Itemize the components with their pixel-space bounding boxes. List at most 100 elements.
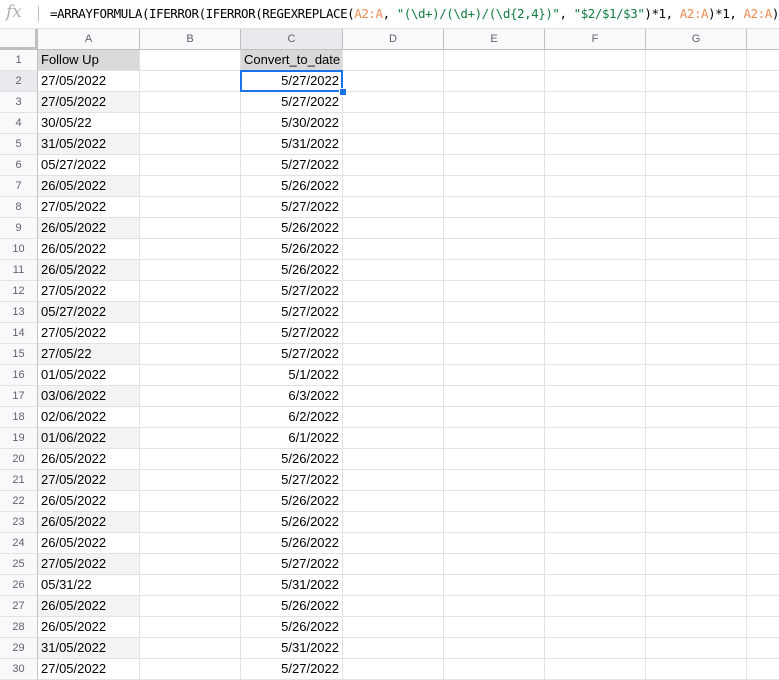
cell-b22[interactable] <box>140 491 241 512</box>
cell-g1[interactable] <box>646 50 747 71</box>
cell-b6[interactable] <box>140 155 241 176</box>
formula-input[interactable]: =ARRAYFORMULA(IFERROR(IFERROR(REGEXREPLA… <box>50 6 779 21</box>
cell-f1[interactable] <box>545 50 646 71</box>
column-header-g[interactable]: G <box>646 29 747 50</box>
cell-f23[interactable] <box>545 512 646 533</box>
cell-h4[interactable] <box>747 113 779 134</box>
cell-h16[interactable] <box>747 365 779 386</box>
cell-d4[interactable] <box>343 113 444 134</box>
cell-f30[interactable] <box>545 659 646 680</box>
cell-b1[interactable] <box>140 50 241 71</box>
cell-a24[interactable]: 26/05/2022 <box>38 533 140 554</box>
cell-g25[interactable] <box>646 554 747 575</box>
cell-g17[interactable] <box>646 386 747 407</box>
cell-a15[interactable]: 27/05/22 <box>38 344 140 365</box>
cell-c12[interactable]: 5/27/2022 <box>241 281 343 302</box>
cell-b25[interactable] <box>140 554 241 575</box>
cell-h20[interactable] <box>747 449 779 470</box>
cell-c28[interactable]: 5/26/2022 <box>241 617 343 638</box>
cell-b10[interactable] <box>140 239 241 260</box>
row-header[interactable]: 26 <box>0 575 38 596</box>
row-header[interactable]: 9 <box>0 218 38 239</box>
cell-g3[interactable] <box>646 92 747 113</box>
cell-b8[interactable] <box>140 197 241 218</box>
column-header-a[interactable]: A <box>38 29 140 50</box>
cell-f9[interactable] <box>545 218 646 239</box>
row-header[interactable]: 20 <box>0 449 38 470</box>
row-header[interactable]: 24 <box>0 533 38 554</box>
column-header-f[interactable]: F <box>545 29 646 50</box>
cell-h19[interactable] <box>747 428 779 449</box>
cell-f28[interactable] <box>545 617 646 638</box>
cell-d19[interactable] <box>343 428 444 449</box>
row-header[interactable]: 29 <box>0 638 38 659</box>
cell-c1[interactable]: Convert_to_date <box>241 50 343 71</box>
cell-e10[interactable] <box>444 239 545 260</box>
cell-b27[interactable] <box>140 596 241 617</box>
cell-f8[interactable] <box>545 197 646 218</box>
cell-f19[interactable] <box>545 428 646 449</box>
cell-b11[interactable] <box>140 260 241 281</box>
cell-d21[interactable] <box>343 470 444 491</box>
cell-e18[interactable] <box>444 407 545 428</box>
cell-e29[interactable] <box>444 638 545 659</box>
cell-e14[interactable] <box>444 323 545 344</box>
row-header[interactable]: 2 <box>0 71 38 92</box>
cell-a12[interactable]: 27/05/2022 <box>38 281 140 302</box>
cell-e22[interactable] <box>444 491 545 512</box>
cell-h10[interactable] <box>747 239 779 260</box>
cell-d6[interactable] <box>343 155 444 176</box>
cell-e17[interactable] <box>444 386 545 407</box>
cell-f17[interactable] <box>545 386 646 407</box>
cell-g21[interactable] <box>646 470 747 491</box>
cell-h15[interactable] <box>747 344 779 365</box>
row-header[interactable]: 4 <box>0 113 38 134</box>
cell-a5[interactable]: 31/05/2022 <box>38 134 140 155</box>
row-header[interactable]: 1 <box>0 50 38 71</box>
cell-b21[interactable] <box>140 470 241 491</box>
cell-d25[interactable] <box>343 554 444 575</box>
cell-h1[interactable] <box>747 50 779 71</box>
cell-e2[interactable] <box>444 71 545 92</box>
cell-d5[interactable] <box>343 134 444 155</box>
cell-f4[interactable] <box>545 113 646 134</box>
cell-c18[interactable]: 6/2/2022 <box>241 407 343 428</box>
cell-f10[interactable] <box>545 239 646 260</box>
cell-b4[interactable] <box>140 113 241 134</box>
cell-e20[interactable] <box>444 449 545 470</box>
cell-a23[interactable]: 26/05/2022 <box>38 512 140 533</box>
cell-c26[interactable]: 5/31/2022 <box>241 575 343 596</box>
cell-b15[interactable] <box>140 344 241 365</box>
cell-f12[interactable] <box>545 281 646 302</box>
row-header[interactable]: 28 <box>0 617 38 638</box>
cell-b7[interactable] <box>140 176 241 197</box>
cell-h24[interactable] <box>747 533 779 554</box>
row-header[interactable]: 14 <box>0 323 38 344</box>
cell-g30[interactable] <box>646 659 747 680</box>
cell-e11[interactable] <box>444 260 545 281</box>
cell-c29[interactable]: 5/31/2022 <box>241 638 343 659</box>
cell-e25[interactable] <box>444 554 545 575</box>
cell-c14[interactable]: 5/27/2022 <box>241 323 343 344</box>
cell-a6[interactable]: 05/27/2022 <box>38 155 140 176</box>
cell-b30[interactable] <box>140 659 241 680</box>
cell-d1[interactable] <box>343 50 444 71</box>
cell-e27[interactable] <box>444 596 545 617</box>
cell-h8[interactable] <box>747 197 779 218</box>
cell-h14[interactable] <box>747 323 779 344</box>
cell-d7[interactable] <box>343 176 444 197</box>
cell-a14[interactable]: 27/05/2022 <box>38 323 140 344</box>
cell-f13[interactable] <box>545 302 646 323</box>
row-header[interactable]: 22 <box>0 491 38 512</box>
cell-a19[interactable]: 01/06/2022 <box>38 428 140 449</box>
cell-e7[interactable] <box>444 176 545 197</box>
cell-d11[interactable] <box>343 260 444 281</box>
cell-b28[interactable] <box>140 617 241 638</box>
cell-e9[interactable] <box>444 218 545 239</box>
cell-h3[interactable] <box>747 92 779 113</box>
cell-a26[interactable]: 05/31/22 <box>38 575 140 596</box>
cell-d8[interactable] <box>343 197 444 218</box>
row-header[interactable]: 10 <box>0 239 38 260</box>
cell-e19[interactable] <box>444 428 545 449</box>
cell-c25[interactable]: 5/27/2022 <box>241 554 343 575</box>
